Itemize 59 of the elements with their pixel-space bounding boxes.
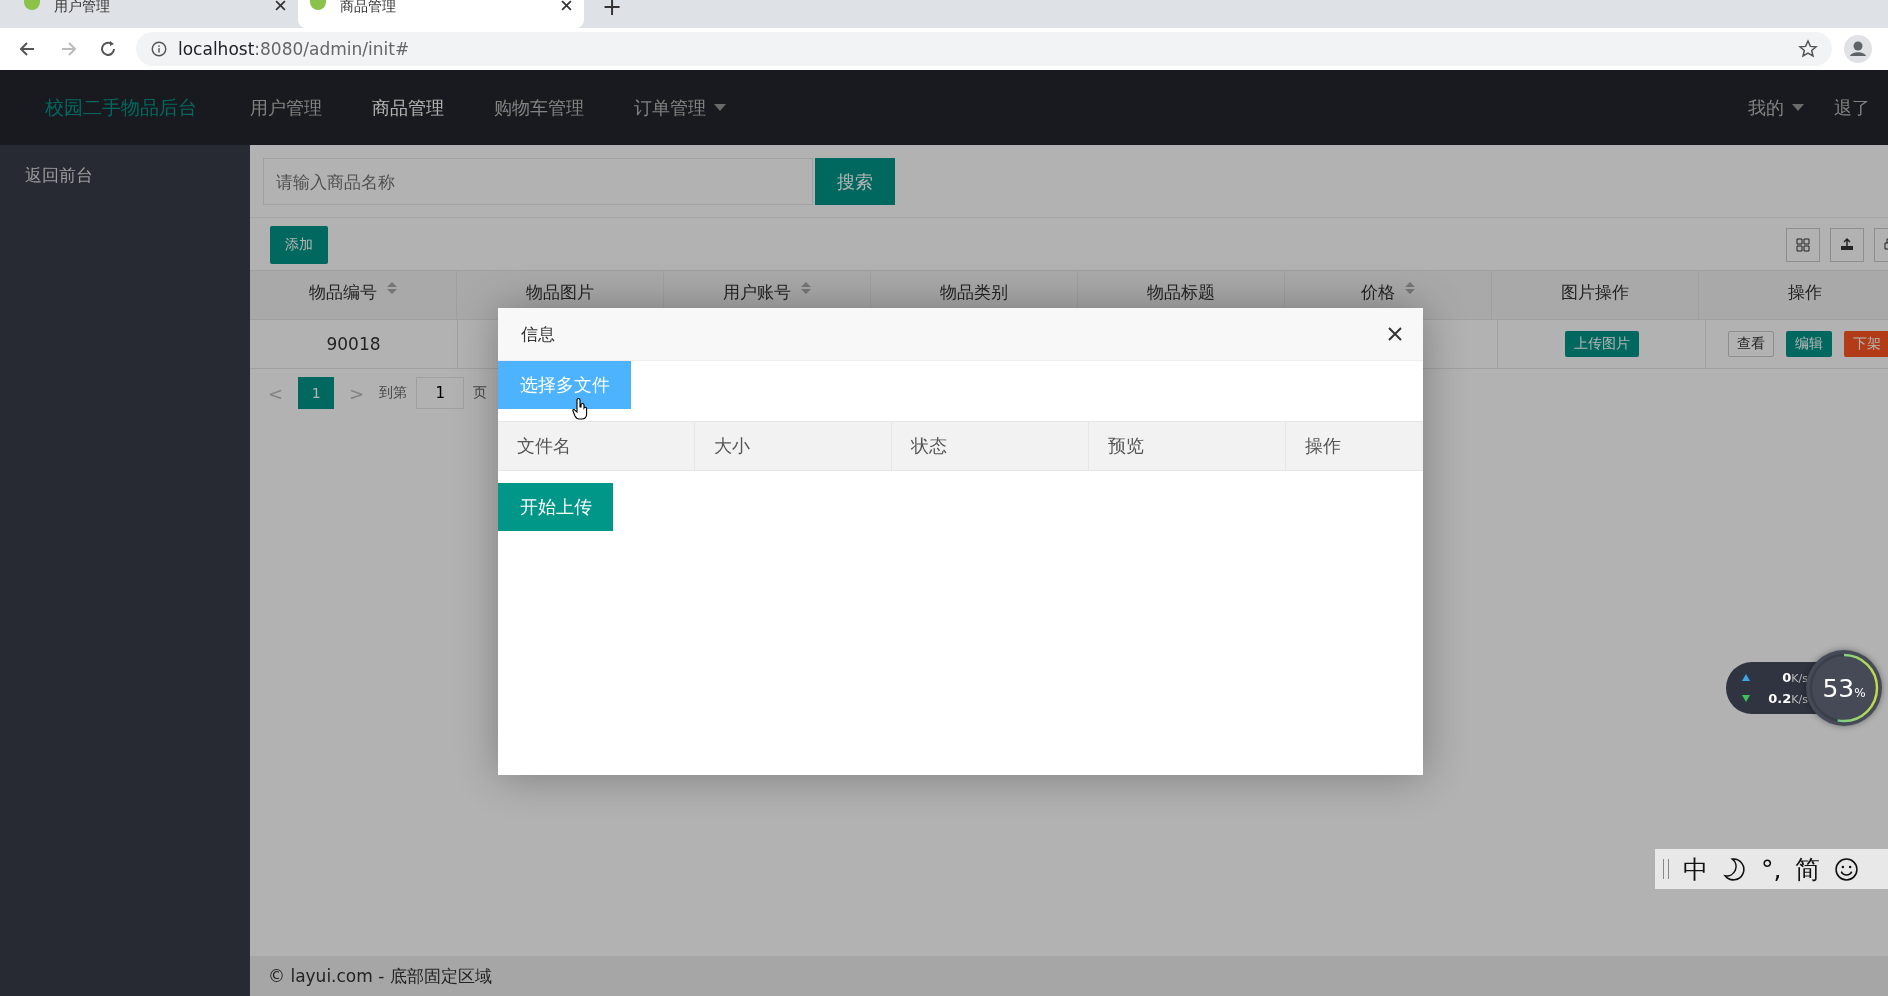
sidebar-item[interactable]: 返回前台 bbox=[0, 159, 250, 191]
column-header: 文件名 bbox=[498, 422, 695, 470]
dialog-title: 信息 bbox=[521, 322, 555, 346]
star-icon[interactable] bbox=[1798, 39, 1818, 59]
column-header: 预览 bbox=[1089, 422, 1286, 470]
column-header: 图片操作 bbox=[1492, 271, 1699, 319]
caret-icon bbox=[1792, 104, 1804, 111]
grip-icon[interactable] bbox=[1663, 859, 1669, 879]
nav-item[interactable]: 购物车管理 bbox=[494, 95, 584, 120]
hand-cursor-icon bbox=[572, 398, 588, 420]
search-field[interactable]: 请输入商品名称 bbox=[263, 158, 813, 205]
download-speed: 0.2K/s bbox=[1767, 691, 1808, 706]
column-header: 物品编号 bbox=[250, 271, 457, 319]
close-icon[interactable] bbox=[561, 0, 572, 11]
action-button[interactable]: 查看 bbox=[1728, 331, 1774, 357]
logo-text: 校园二手物品后台 bbox=[44, 94, 198, 120]
column-header: 状态 bbox=[892, 422, 1089, 470]
moon-icon[interactable] bbox=[1722, 856, 1747, 882]
browser-tab[interactable]: 用户管理 bbox=[12, 0, 298, 28]
nav-item[interactable]: 我的 bbox=[1748, 95, 1804, 120]
ime-button[interactable]: °, bbox=[1761, 854, 1782, 884]
nav-item[interactable]: 订单管理 bbox=[634, 95, 726, 120]
caret-icon bbox=[714, 104, 726, 111]
close-icon[interactable] bbox=[275, 0, 286, 11]
profile-icon[interactable] bbox=[1844, 35, 1872, 63]
action-button[interactable]: 编辑 bbox=[1786, 331, 1832, 357]
nav-item[interactable]: 退了 bbox=[1834, 95, 1870, 120]
column-header: 操作 bbox=[1304, 434, 1342, 458]
ime-button[interactable]: 中 bbox=[1683, 852, 1708, 886]
goto-label: 到第 bbox=[379, 384, 408, 402]
page-suffix: 页 bbox=[473, 384, 488, 402]
grid-icon[interactable] bbox=[1786, 228, 1820, 262]
close-icon[interactable] bbox=[1387, 326, 1403, 342]
url-text: localhost:8080/admin/init# bbox=[178, 39, 411, 59]
page-button[interactable]: 1 bbox=[298, 377, 335, 409]
page-input[interactable]: 1 bbox=[416, 377, 465, 409]
cpu-usage: 53% bbox=[1822, 673, 1866, 703]
nav-item[interactable]: 用户管理 bbox=[250, 95, 322, 120]
footer-text: © layui.com - 底部固定区域 bbox=[268, 964, 492, 988]
download-arrow-icon bbox=[1742, 695, 1750, 702]
export-icon[interactable] bbox=[1830, 228, 1864, 262]
start-upload-button[interactable]: 开始上传 bbox=[498, 483, 613, 531]
action-button[interactable]: 下架 bbox=[1844, 331, 1888, 357]
address-bar[interactable]: localhost:8080/admin/init# bbox=[136, 32, 1832, 66]
column-header: 大小 bbox=[695, 422, 892, 470]
upload-speed: 0K/s bbox=[1781, 670, 1808, 685]
column-header: 操作 bbox=[1699, 271, 1888, 319]
upload-image-button[interactable]: 上传图片 bbox=[1564, 331, 1639, 357]
reload-icon[interactable] bbox=[98, 39, 118, 59]
ime-button[interactable]: 简 bbox=[1795, 852, 1821, 886]
browser-tab[interactable]: 商品管理 bbox=[298, 0, 584, 28]
info-icon[interactable] bbox=[150, 40, 168, 58]
search-button[interactable]: 搜索 bbox=[815, 158, 895, 205]
table-cell: 90018 bbox=[326, 334, 381, 354]
new-tab-button[interactable]: + bbox=[602, 0, 623, 14]
add-button[interactable]: 添加 bbox=[270, 226, 328, 264]
upload-arrow-icon bbox=[1742, 674, 1750, 681]
nav-item[interactable]: 商品管理 bbox=[372, 95, 444, 120]
smiley-icon[interactable] bbox=[1834, 856, 1860, 882]
